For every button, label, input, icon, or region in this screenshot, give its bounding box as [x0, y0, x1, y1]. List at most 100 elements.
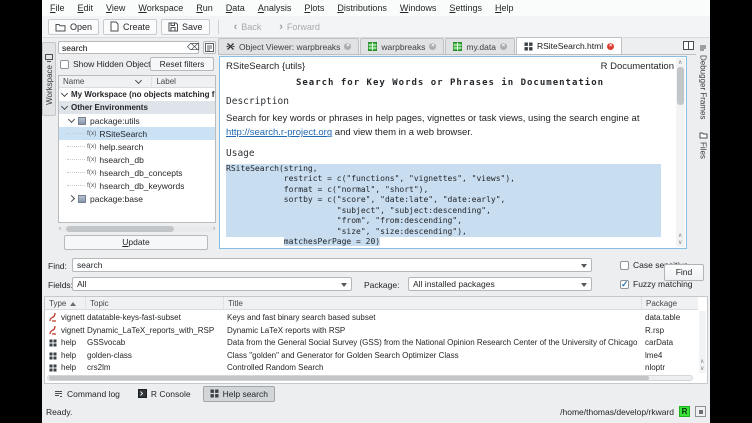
files-dock-tab[interactable]: Files — [699, 128, 708, 162]
tree-item-hsearch-db-keywords[interactable]: f(x) hsearch_db_keywords — [59, 179, 215, 192]
stop-icon[interactable] — [695, 406, 706, 417]
menu-edit[interactable]: Edit — [78, 3, 94, 13]
tab-warpbreaks[interactable]: warpbreaks × — [360, 38, 444, 54]
menu-view[interactable]: View — [106, 3, 125, 13]
checkbox-checked-icon — [620, 280, 629, 289]
menu-analysis[interactable]: Analysis — [258, 3, 292, 13]
debugger-frames-dock-tab[interactable]: Debugger Frames — [699, 41, 708, 122]
scroll-up-icon[interactable]: ∧ — [678, 60, 682, 66]
filter-options-button[interactable] — [203, 41, 216, 54]
tab-label: warpbreaks — [381, 42, 425, 52]
label-column-header[interactable]: Label — [151, 77, 176, 86]
close-icon[interactable]: × — [429, 43, 436, 50]
menu-help[interactable]: Help — [495, 3, 514, 13]
tab-my-data[interactable]: my.data × — [445, 38, 515, 54]
toolbar-separator — [218, 20, 219, 34]
table-row[interactable]: help GSSvocab Data from the General Soci… — [45, 337, 698, 350]
scroll-up-icon[interactable]: ∧ — [700, 359, 704, 365]
menu-file[interactable]: File — [50, 3, 65, 13]
tree-item-hsearch-db-concepts[interactable]: f(x) hsearch_db_concepts — [59, 166, 215, 179]
menu-run[interactable]: Run — [196, 3, 213, 13]
tree-column-header[interactable]: Name Label — [59, 76, 215, 88]
scrollbar-thumb[interactable] — [49, 376, 649, 380]
table-row[interactable]: help golden-class Class "golden" and Gen… — [45, 350, 698, 363]
menu-windows[interactable]: Windows — [400, 3, 437, 13]
tree-item-help-search[interactable]: f(x) help.search — [59, 140, 215, 153]
scroll-left-icon[interactable]: ‹ — [59, 226, 61, 232]
code-line: matchesPerPage = 20) — [226, 237, 674, 246]
tree-horizontal-scrollbar[interactable]: ‹ › — [58, 226, 216, 232]
tab-object-viewer-warpbreaks[interactable]: Object Viewer: warpbreaks × — [218, 38, 359, 54]
table-row[interactable]: help crs2lm Controlled Random Search nlo… — [45, 362, 698, 375]
table-row[interactable]: vignette Dynamic_LaTeX_reports_with_RSP … — [45, 325, 698, 338]
package-cell: lme4 — [645, 350, 696, 363]
command-log-tab[interactable]: Command log — [48, 387, 126, 401]
chevron-down-icon[interactable] — [61, 90, 68, 97]
table-horizontal-scrollbar[interactable] — [47, 375, 693, 381]
menu-bar: File Edit View Workspace Run Data Analys… — [42, 0, 710, 16]
find-term-combobox[interactable]: search — [72, 258, 592, 272]
close-icon[interactable]: × — [500, 43, 507, 50]
tab-rsitesearch-html[interactable]: RSiteSearch.html × — [516, 37, 622, 54]
topic-column-header[interactable]: Topic — [85, 297, 221, 310]
package-label: Package: — [364, 280, 399, 290]
tree-item-hsearch-db[interactable]: f(x) hsearch_db — [59, 153, 215, 166]
chevron-down-icon[interactable] — [61, 103, 68, 110]
table-row[interactable]: vignette datatable-keys-fast-subset Keys… — [45, 312, 698, 325]
scroll-up-icon[interactable]: ∧ — [678, 233, 682, 239]
type-column-header[interactable]: Type — [45, 297, 81, 310]
scroll-down-icon[interactable]: ∨ — [700, 366, 704, 372]
create-button[interactable]: Create — [103, 19, 157, 35]
tree-item-package-base[interactable]: package:base — [59, 192, 215, 205]
object-search-input[interactable] — [58, 41, 199, 54]
menu-distributions[interactable]: Distributions — [337, 3, 387, 13]
name-column-header[interactable]: Name — [63, 77, 84, 86]
clear-search-icon[interactable]: ⌫ — [187, 42, 200, 53]
tree-item-rsitesearch[interactable]: f(x) RSiteSearch — [59, 127, 215, 140]
menu-plots[interactable]: Plots — [304, 3, 324, 13]
working-directory-path: /home/thomas/develop/rkward — [560, 407, 674, 417]
split-view-icon[interactable] — [683, 41, 694, 50]
table-header-row: Type Topic Title Package — [45, 297, 698, 310]
tree-item-label: hsearch_db_concepts — [99, 168, 182, 178]
chevron-right-icon[interactable] — [68, 195, 75, 202]
show-hidden-objects-checkbox[interactable]: Show Hidden Objects — [60, 59, 155, 69]
back-button[interactable]: ‹ Back — [227, 19, 269, 35]
menu-workspace[interactable]: Workspace — [138, 3, 183, 13]
chevron-down-icon[interactable] — [68, 116, 75, 123]
tree-item-label: Other Environments — [71, 103, 148, 112]
workspace-dock-tab[interactable]: Workspace — [42, 42, 56, 116]
tree-item-other-environments[interactable]: Other Environments — [59, 101, 215, 114]
tree-branch-line — [67, 172, 85, 173]
r-console-tab[interactable]: R Console — [132, 387, 197, 401]
menu-settings[interactable]: Settings — [449, 3, 482, 13]
update-button[interactable]: Update — [64, 235, 208, 250]
menu-data[interactable]: Data — [226, 3, 245, 13]
close-icon[interactable]: × — [344, 43, 351, 50]
close-icon[interactable]: × — [607, 43, 614, 50]
reset-filters-button[interactable]: Reset filters — [150, 57, 214, 71]
title-column-header[interactable]: Title — [223, 297, 639, 310]
fuzzy-matching-checkbox[interactable]: Fuzzy matching — [620, 279, 693, 289]
code-line: format = c("normal", "short"), — [226, 185, 661, 196]
search-r-project-link[interactable]: http://search.r-project.org — [226, 127, 332, 138]
package-value: All installed packages — [413, 279, 495, 289]
tab-label: RSiteSearch.html — [537, 41, 603, 51]
scrollbar-thumb[interactable] — [66, 226, 174, 232]
tree-item-my-workspace[interactable]: My Workspace (no objects matching filter… — [59, 88, 215, 101]
table-vertical-scrollbar[interactable]: ∧ ∨ — [699, 311, 706, 373]
type-cell: help — [61, 362, 85, 375]
save-button[interactable]: Save — [161, 19, 210, 35]
open-button[interactable]: Open — [48, 19, 99, 35]
fields-combobox[interactable]: All — [72, 277, 352, 291]
help-search-tab[interactable]: Help search — [203, 386, 275, 402]
document-vertical-scrollbar[interactable]: ∧ ∧ ∨ — [676, 58, 685, 247]
scrollbar-thumb[interactable] — [677, 67, 684, 105]
scroll-down-icon[interactable]: ∨ — [678, 240, 682, 246]
scroll-right-icon[interactable]: › — [213, 226, 215, 232]
forward-button[interactable]: › Forward — [272, 19, 327, 35]
package-combobox[interactable]: All installed packages — [408, 277, 592, 291]
tree-item-package-utils[interactable]: package:utils — [59, 114, 215, 127]
search-results-table: Type Topic Title Package vignette datata… — [44, 296, 708, 384]
package-column-header[interactable]: Package — [641, 297, 698, 310]
